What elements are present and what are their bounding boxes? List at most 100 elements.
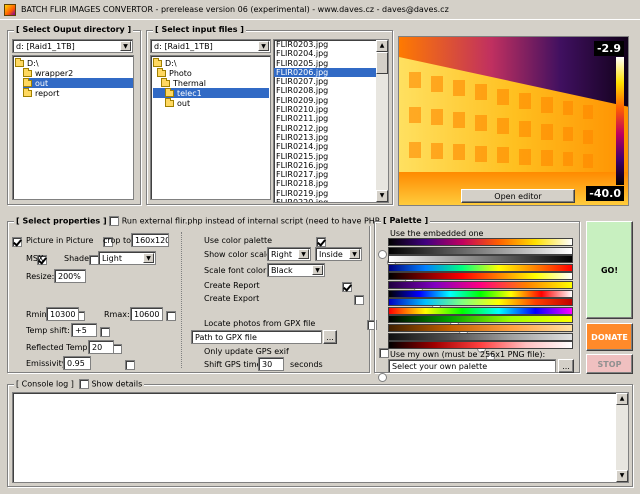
- file-list-item[interactable]: FLIR0218.jpg: [274, 179, 376, 188]
- palette-own-radio[interactable]: [378, 372, 387, 382]
- file-list-item[interactable]: FLIR0215.jpg: [274, 152, 376, 161]
- go-button[interactable]: GO!: [586, 221, 633, 319]
- gpx-browse-button[interactable]: ...: [323, 330, 337, 344]
- file-list-item[interactable]: FLIR0216.jpg: [274, 161, 376, 170]
- palette-swatch[interactable]: [388, 255, 573, 264]
- tree-item[interactable]: Thermal: [161, 77, 206, 88]
- scale-inside-select[interactable]: Inside ▼: [315, 247, 362, 261]
- console-log[interactable]: ▲ ▼: [12, 392, 629, 483]
- create-export-checkbox[interactable]: [354, 294, 365, 305]
- pip-label: Picture in Picture: [26, 236, 94, 245]
- crop-input[interactable]: 160x120: [131, 233, 169, 247]
- scroll-down-icon[interactable]: ▼: [376, 190, 388, 202]
- palette-embedded-label: Use the embedded one: [390, 229, 484, 238]
- file-list-item[interactable]: FLIR0217.jpg: [274, 170, 376, 179]
- tree-item-selected[interactable]: out: [23, 77, 133, 88]
- tree-item-selected[interactable]: telec1: [153, 87, 269, 98]
- file-list[interactable]: FLIR0203.jpg FLIR0204.jpg FLIR0205.jpg FLIR…: [273, 39, 389, 203]
- file-list-item[interactable]: FLIR0212.jpg: [274, 124, 376, 133]
- chevron-down-icon[interactable]: ▼: [258, 41, 269, 51]
- file-list-item[interactable]: FLIR0210.jpg: [274, 105, 376, 114]
- open-editor-button[interactable]: Open editor: [461, 189, 575, 203]
- scroll-up-icon[interactable]: ▲: [616, 393, 628, 405]
- file-list-item[interactable]: FLIR0211.jpg: [274, 114, 376, 123]
- folder-icon: [23, 87, 32, 97]
- rmax-input[interactable]: 10600: [130, 307, 163, 321]
- palette-swatch[interactable]: [388, 306, 573, 315]
- console-scrollbar[interactable]: ▲ ▼: [616, 393, 628, 482]
- chevron-down-icon[interactable]: ▼: [349, 249, 360, 259]
- tree-item[interactable]: out: [165, 97, 190, 108]
- scroll-down-icon[interactable]: ▼: [616, 470, 628, 482]
- tree-item[interactable]: D:\: [153, 57, 177, 68]
- rmin-input[interactable]: 10300: [46, 307, 79, 321]
- chevron-down-icon[interactable]: ▼: [298, 249, 309, 259]
- use-color-palette-checkbox[interactable]: [316, 236, 327, 247]
- file-list-item[interactable]: FLIR0213.jpg: [274, 133, 376, 142]
- create-export-label: Create Export: [204, 294, 260, 303]
- palette-swatch[interactable]: [388, 341, 573, 350]
- file-list-item[interactable]: FLIR0209.jpg: [274, 96, 376, 105]
- file-list-item[interactable]: FLIR0214.jpg: [274, 142, 376, 151]
- file-list-item[interactable]: FLIR0208.jpg: [274, 86, 376, 95]
- palette-swatch[interactable]: [388, 289, 573, 298]
- palette-swatch[interactable]: [388, 324, 573, 332]
- tree-item[interactable]: wrapper2: [23, 67, 73, 78]
- palette-swatch[interactable]: [388, 332, 573, 341]
- pip-checkbox[interactable]: [12, 236, 22, 247]
- output-drive-select[interactable]: d: [Raid1_1TB] ▼: [12, 39, 133, 53]
- scroll-up-icon[interactable]: ▲: [376, 40, 388, 52]
- folder-icon: [161, 77, 170, 87]
- file-list-item[interactable]: FLIR0206.jpg: [274, 67, 376, 78]
- donate-button[interactable]: DONATE: [586, 323, 633, 351]
- file-list-item[interactable]: FLIR0204.jpg: [274, 49, 376, 58]
- chevron-down-icon[interactable]: ▼: [312, 265, 323, 275]
- emissivity-checkbox[interactable]: [124, 359, 135, 370]
- reflected-temp-input[interactable]: 20: [88, 340, 114, 354]
- resize-input[interactable]: 200%: [54, 269, 86, 283]
- palette-swatch[interactable]: [388, 272, 573, 281]
- shade-mode-select[interactable]: Light ▼: [98, 251, 156, 265]
- emissivity-input[interactable]: 0.95: [63, 356, 91, 370]
- shift-gps-input[interactable]: 30: [258, 357, 284, 371]
- temp-shift-input[interactable]: +5: [71, 323, 97, 337]
- rmax-checkbox[interactable]: [166, 310, 177, 321]
- external-php-checkbox[interactable]: [109, 216, 120, 226]
- palette-swatch[interactable]: [388, 281, 573, 289]
- input-folder-tree[interactable]: D:\ Photo Thermal telec1 out: [150, 55, 271, 200]
- reflected-temp-label: Reflected Temp:: [26, 343, 91, 352]
- shift-gps-time-label: Shift GPS time:: [204, 360, 265, 369]
- file-list-item[interactable]: FLIR0203.jpg: [274, 40, 376, 49]
- tree-item[interactable]: Photo: [157, 67, 192, 78]
- input-drive-select[interactable]: d: [Raid1_1TB] ▼: [150, 39, 271, 53]
- file-list-item[interactable]: FLIR0220.jpg: [274, 198, 376, 202]
- crop-label: crop to:: [103, 236, 134, 245]
- folder-icon: [23, 67, 32, 77]
- file-list-item[interactable]: FLIR0219.jpg: [274, 189, 376, 198]
- scroll-thumb[interactable]: [376, 52, 388, 74]
- file-list-item[interactable]: FLIR0205.jpg: [274, 59, 376, 68]
- chevron-down-icon[interactable]: ▼: [120, 41, 131, 51]
- temp-shift-checkbox[interactable]: [99, 326, 110, 337]
- file-list-scrollbar[interactable]: ▲ ▼: [376, 40, 388, 202]
- tree-item[interactable]: D:\: [15, 57, 39, 68]
- scale-position-select[interactable]: Right ▼: [267, 247, 311, 261]
- file-list-item[interactable]: FLIR0207.jpg: [274, 77, 376, 86]
- palette-swatch[interactable]: [388, 246, 573, 255]
- palette-swatch[interactable]: [388, 238, 573, 246]
- stop-button[interactable]: STOP: [586, 354, 633, 374]
- create-report-checkbox[interactable]: [341, 281, 352, 292]
- tree-item[interactable]: report: [23, 87, 59, 98]
- gpx-path-input[interactable]: Path to GPX file: [191, 330, 322, 344]
- palette-browse-button[interactable]: ...: [558, 359, 574, 373]
- show-details-checkbox[interactable]: [78, 379, 89, 389]
- palette-swatch[interactable]: [388, 315, 573, 324]
- input-files-label: [ Select input files ]: [153, 25, 246, 34]
- palette-swatch[interactable]: [388, 298, 573, 307]
- palette-radio[interactable]: [378, 249, 387, 259]
- scale-font-color-select[interactable]: Black ▼: [267, 263, 325, 277]
- palette-swatch[interactable]: [388, 263, 573, 272]
- chevron-down-icon[interactable]: ▼: [143, 253, 154, 263]
- output-folder-tree[interactable]: D:\ wrapper2 out report: [12, 55, 134, 200]
- palette-own-input[interactable]: Select your own palette: [388, 359, 556, 373]
